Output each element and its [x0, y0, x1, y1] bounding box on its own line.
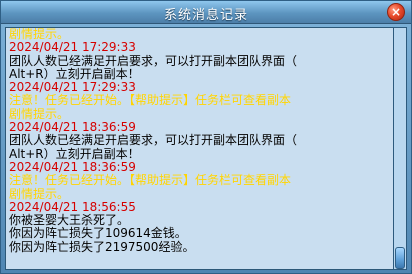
log-line: 剧情提示。: [9, 186, 70, 201]
log-line: Alt+R）立刻开启副本！: [9, 66, 140, 81]
message-log-panel[interactable]: 剧情提示。 2024/04/21 17:29:33 团队人数已经满足开启要求，可…: [5, 27, 394, 270]
log-line: 注意！任务已经开始。【帮助提示】任务栏可查看副本: [9, 93, 292, 108]
close-icon: ×: [390, 5, 402, 19]
log-line: 你因为阵亡损失了2197500经验。: [9, 239, 195, 254]
title-bar[interactable]: 系统消息记录 ×: [1, 1, 411, 24]
log-line: 你因为阵亡损失了109614金钱。: [9, 226, 187, 241]
log-line: 团队人数已经满足开启要求，可以打开副本团队界面（: [9, 53, 298, 68]
system-message-window: 系统消息记录 × 剧情提示。 2024/04/21 17:29:33 团队人数已…: [0, 0, 412, 274]
log-line: Alt+R）立刻开启副本！: [9, 146, 140, 161]
close-button[interactable]: ×: [387, 3, 405, 21]
vertical-scrollbar[interactable]: [393, 27, 407, 270]
message-log: 剧情提示。 2024/04/21 17:29:33 团队人数已经满足开启要求，可…: [9, 28, 389, 254]
scrollbar-thumb[interactable]: [395, 247, 405, 269]
log-line: 团队人数已经满足开启要求，可以打开副本团队界面（: [9, 133, 298, 148]
window-title: 系统消息记录: [163, 8, 248, 23]
log-line: 剧情提示。: [9, 106, 70, 121]
log-line: 注意！任务已经开始。【帮助提示】任务栏可查看副本: [9, 173, 292, 188]
log-line: 2024/04/21 17:29:33: [9, 40, 136, 55]
log-line: 剧情提示。: [9, 27, 70, 41]
